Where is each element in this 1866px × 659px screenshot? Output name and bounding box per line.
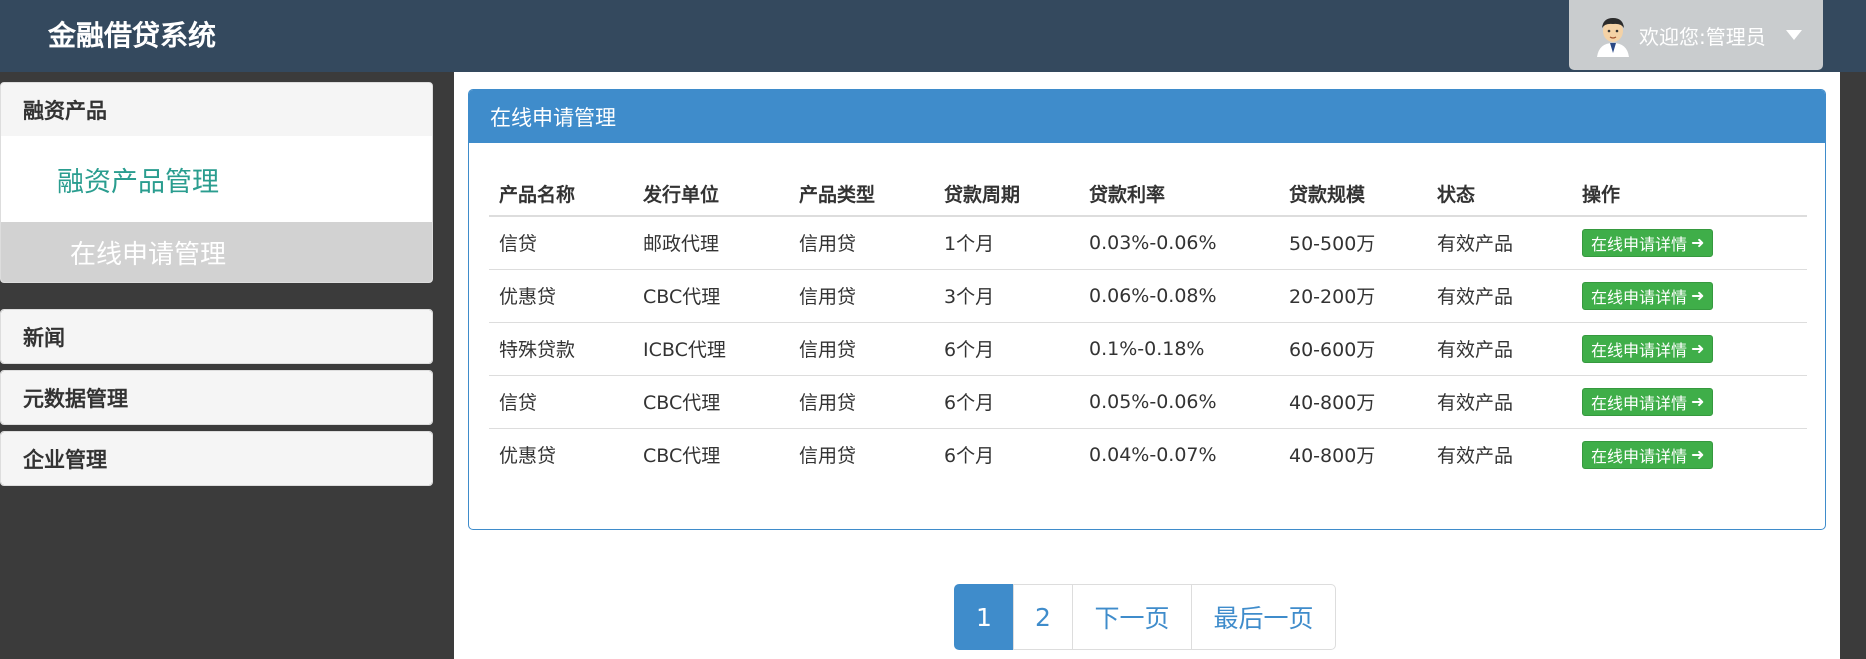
product-type-cell: 信用贷 [789,375,934,429]
interest-rate-cell: 0.04%-0.07% [1089,443,1217,466]
status-cell: 有效产品 [1427,216,1572,270]
sidebar-group-news: 新闻 [0,309,433,364]
loan-scale-cell: 50-500万 [1279,216,1427,270]
right-gutter [1840,72,1866,659]
application-detail-button[interactable]: 在线申请详情 ➜ [1582,281,1714,310]
product-name-cell: 特殊贷款 [489,322,633,376]
arrow-right-icon: ➜ [1691,392,1705,411]
product-type-cell: 信用贷 [789,269,934,323]
loan-scale-cell: 60-600万 [1279,322,1427,376]
action-cell: 在线申请详情 ➜ [1572,428,1807,481]
application-detail-label: 在线申请详情 [1591,234,1688,254]
issuer-cell: CBC代理 [633,375,789,429]
product-type-cell: 信用贷 [799,445,857,468]
product-name-cell: 优惠贷 [499,445,557,468]
loan-period-cell: 6个月 [934,322,1079,376]
issuer-cell: ICBC代理 [633,322,789,376]
issuer-cell: CBC代理 [643,445,721,468]
caret-down-icon[interactable] [1785,30,1802,40]
top-navbar: 金融借贷系统 欢迎您:管理员 [0,0,1866,72]
application-detail-label: 在线申请详情 [1591,340,1688,360]
column-header: 发行单位 [633,171,789,217]
application-detail-button[interactable]: 在线申请详情 ➜ [1582,334,1714,363]
column-header: 贷款规模 [1279,171,1427,217]
action-cell: 在线申请详情 ➜ [1572,375,1807,429]
action-cell: 在线申请详情 ➜ [1572,269,1807,323]
column-header: 贷款周期 [934,171,1079,217]
sidebar-item-product-management[interactable]: 融资产品管理 [1,136,432,222]
page-2-button[interactable]: 2 [1013,584,1073,650]
page-1-button[interactable]: 1 [954,584,1014,650]
action-cell: 在线申请详情 ➜ [1572,216,1807,270]
sidebar-group-enterprise: 企业管理 [0,431,433,486]
user-menu-dropdown[interactable]: 欢迎您:管理员 [1569,0,1823,70]
loan-scale-cell: 40-800万 [1279,375,1427,429]
table-row: 优惠贷 CBC代理 信用贷 6个月 0.04%-0.07% 40-800万 有效… [489,428,1807,481]
column-header: 产品名称 [489,171,633,217]
sidebar-group-financing: 融资产品 融资产品管理 在线申请管理 [0,82,433,283]
table-row: 特殊贷款 ICBC代理 信用贷 6个月 0.1%-0.18% 60-600万 有… [489,322,1807,376]
loan-period-cell: 3个月 [934,269,1079,323]
next-page-button[interactable]: 下一页 [1072,584,1192,650]
column-header: 产品类型 [789,171,934,217]
app-title: 金融借贷系统 [48,19,217,52]
arrow-right-icon: ➜ [1691,233,1705,253]
sidebar-group-metadata: 元数据管理 [0,370,433,425]
product-type-cell: 信用贷 [789,216,934,270]
application-detail-label: 在线申请详情 [1591,287,1688,307]
application-detail-label: 在线申请详情 [1591,446,1688,466]
application-detail-button[interactable]: 在线申请详情 ➜ [1582,387,1714,416]
application-panel: 在线申请管理 产品名称 发行单位 产品类型 贷款周期 贷款利率 贷款规模 状态 … [468,89,1826,530]
table-row: 信贷 邮政代理 信用贷 1个月 0.03%-0.06% 50-500万 有效产品… [489,216,1807,270]
application-table: 产品名称 发行单位 产品类型 贷款周期 贷款利率 贷款规模 状态 操作 信贷 邮… [489,171,1807,481]
sidebar-heading-enterprise[interactable]: 企业管理 [1,432,432,485]
sidebar-heading-metadata[interactable]: 元数据管理 [1,371,432,424]
sidebar-item-online-application[interactable]: 在线申请管理 [1,222,432,282]
column-header: 操作 [1572,171,1807,217]
main-content: 在线申请管理 产品名称 发行单位 产品类型 贷款周期 贷款利率 贷款规模 状态 … [454,72,1840,659]
application-detail-button[interactable]: 在线申请详情 ➜ [1582,228,1714,257]
user-avatar-icon [1592,14,1634,57]
table-header-row: 产品名称 发行单位 产品类型 贷款周期 贷款利率 贷款规模 状态 操作 [489,171,1807,217]
arrow-right-icon: ➜ [1691,286,1705,305]
interest-rate-cell: 0.03%-0.06% [1079,216,1279,270]
interest-rate-cell: 0.06%-0.08% [1079,269,1279,323]
loan-scale-cell: 20-200万 [1279,269,1427,323]
interest-rate-cell: 0.1%-0.18% [1079,322,1279,376]
arrow-right-icon: ➜ [1691,339,1705,358]
product-type-cell: 信用贷 [789,322,934,376]
status-cell: 有效产品 [1437,445,1514,468]
product-name-cell: 信贷 [489,216,633,270]
welcome-text: 欢迎您:管理员 [1639,24,1766,49]
loan-period-cell: 1个月 [934,216,1079,270]
sidebar-heading-financing-products[interactable]: 融资产品 [1,83,432,136]
sidebar-heading-news[interactable]: 新闻 [1,310,432,363]
status-cell: 有效产品 [1427,375,1572,429]
interest-rate-cell: 0.05%-0.06% [1079,375,1279,429]
issuer-cell: CBC代理 [633,269,789,323]
status-cell: 有效产品 [1427,269,1572,323]
product-name-cell: 信贷 [489,375,633,429]
column-header: 贷款利率 [1079,171,1279,217]
table-row: 优惠贷 CBC代理 信用贷 3个月 0.06%-0.08% 20-200万 有效… [489,269,1807,323]
panel-title: 在线申请管理 [469,90,1825,143]
last-page-button[interactable]: 最后一页 [1191,584,1336,650]
application-detail-button[interactable]: 在线申请详情 ➜ [1582,440,1714,469]
action-cell: 在线申请详情 ➜ [1572,322,1807,376]
sidebar: 融资产品 融资产品管理 在线申请管理 新闻 元数据管理 企业管理 [0,72,450,659]
pagination: 1 2 下一页 最后一页 [954,584,1336,650]
loan-period-cell: 6个月 [934,375,1079,429]
arrow-right-icon: ➜ [1691,445,1705,465]
table-row: 信贷 CBC代理 信用贷 6个月 0.05%-0.06% 40-800万 有效产… [489,375,1807,429]
product-name-cell: 优惠贷 [489,269,633,323]
application-detail-label: 在线申请详情 [1591,393,1688,413]
sidebar-group-body: 融资产品管理 在线申请管理 [1,136,432,282]
column-header: 状态 [1427,171,1572,217]
loan-period-cell: 6个月 [944,445,995,468]
loan-scale-cell: 40-800万 [1289,445,1376,468]
status-cell: 有效产品 [1427,322,1572,376]
issuer-cell: 邮政代理 [633,216,789,270]
